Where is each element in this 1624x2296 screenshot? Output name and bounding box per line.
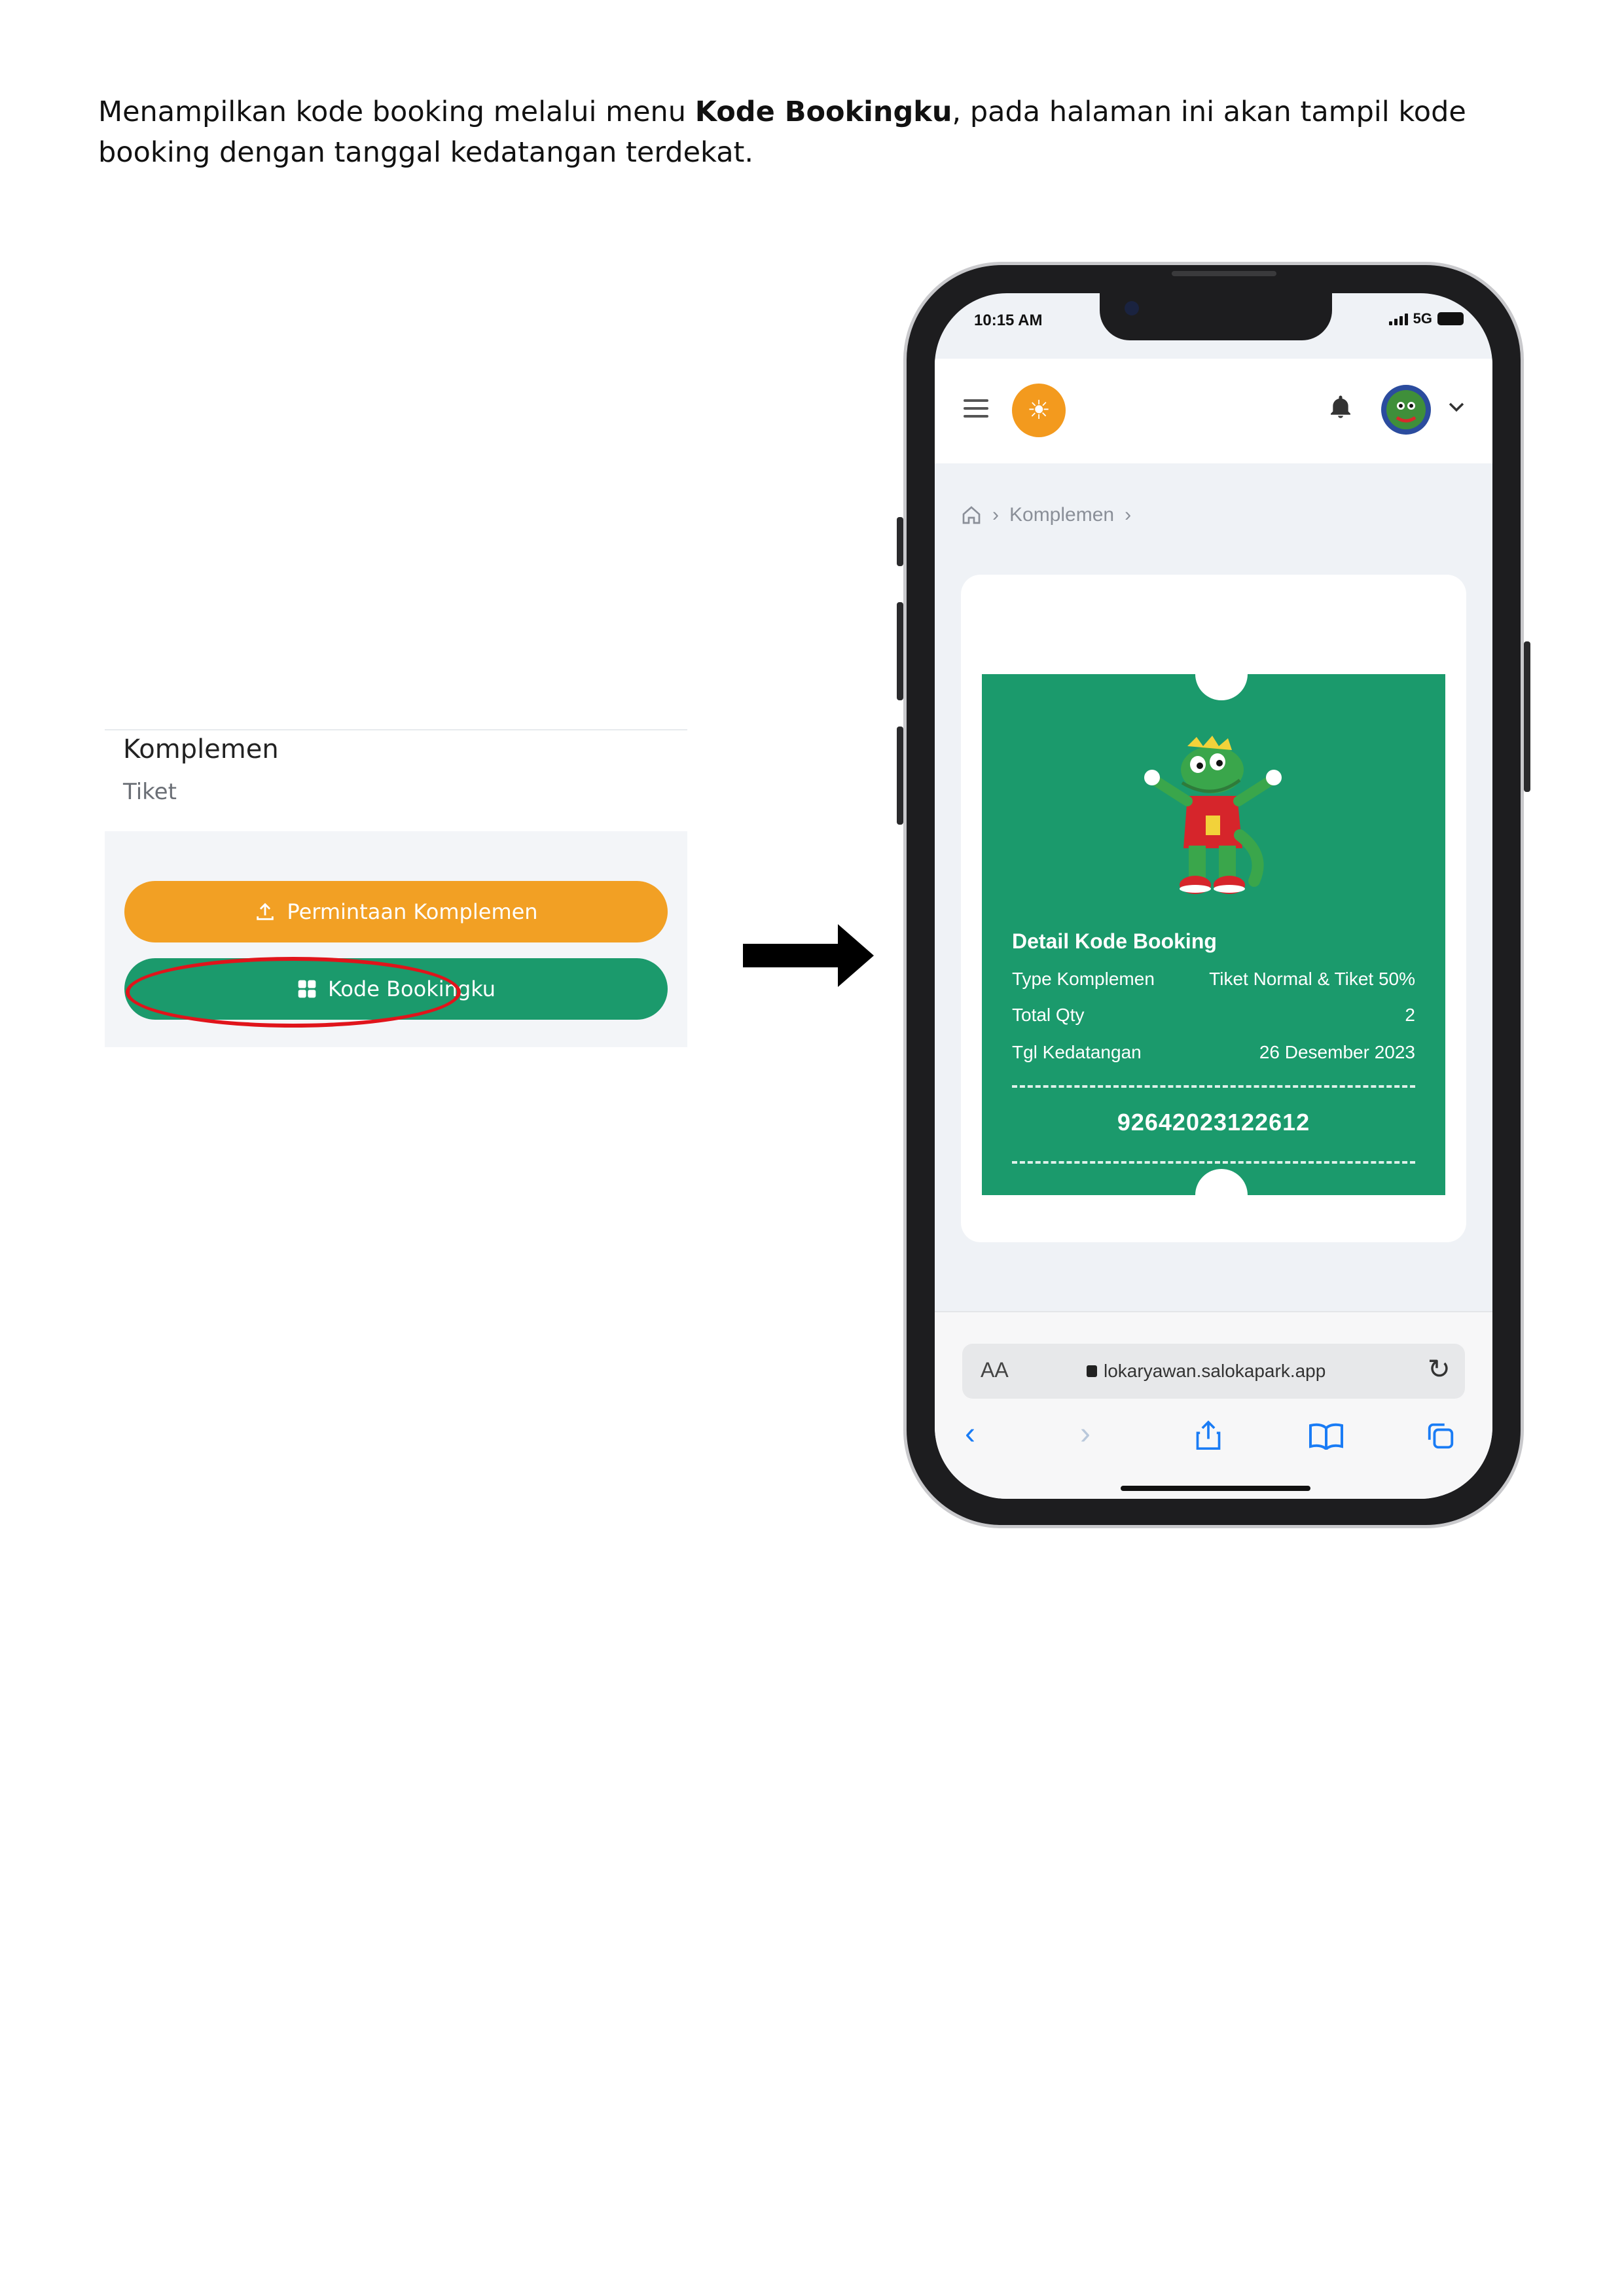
intro-bold-menu: Kode Bookingku [695, 96, 952, 128]
dashed-divider [1012, 1085, 1415, 1088]
row-value: 2 [1405, 1005, 1415, 1025]
volume-down-button [897, 726, 903, 825]
sun-logo-icon[interactable]: ☀ [1012, 384, 1066, 437]
menu-icon[interactable] [964, 399, 988, 423]
reload-icon[interactable]: ↻ [1428, 1353, 1451, 1385]
url-display[interactable]: lokaryawan.salokapark.app [1087, 1361, 1326, 1382]
app-header: ☀ [935, 359, 1492, 463]
divider [105, 729, 687, 730]
booking-code: 92642023122612 [1117, 1109, 1310, 1136]
ticket-title: Detail Kode Booking [1012, 929, 1217, 953]
avatar-icon[interactable] [1380, 384, 1432, 436]
intro-paragraph: Menampilkan kode booking melalui menu Ko… [98, 92, 1538, 173]
request-komplemen-label: Permintaan Komplemen [287, 899, 538, 924]
ticket-row-qty: Total Qty 2 [1012, 1005, 1415, 1026]
dashed-divider [1012, 1161, 1415, 1164]
breadcrumb-current[interactable]: Komplemen [1009, 504, 1114, 526]
back-icon[interactable]: ‹ [965, 1416, 975, 1452]
arrow-right-icon [743, 924, 874, 987]
row-label: Total Qty [1012, 1005, 1085, 1025]
ticket-notch-top [1195, 648, 1248, 700]
request-komplemen-button[interactable]: Permintaan Komplemen [124, 881, 668, 942]
dinosaur-mascot-image [1144, 736, 1282, 894]
battery-icon [1437, 312, 1464, 325]
text-size-button[interactable]: AA [981, 1358, 1009, 1382]
signal-icon [1388, 312, 1408, 325]
panel-subtitle: Tiket [123, 779, 177, 805]
network-label: 5G [1413, 310, 1432, 327]
address-bar[interactable]: AA lokaryawan.salokapark.app ↻ [962, 1344, 1465, 1399]
bell-icon[interactable] [1327, 394, 1354, 420]
share-icon[interactable] [1194, 1420, 1223, 1451]
chevron-down-icon[interactable] [1445, 395, 1468, 418]
power-button [1524, 641, 1530, 792]
row-label: Tgl Kedatangan [1012, 1042, 1142, 1062]
home-icon[interactable] [961, 505, 982, 526]
home-indicator [1121, 1486, 1310, 1491]
status-time: 10:15 AM [974, 312, 1043, 329]
lock-icon [1087, 1365, 1097, 1377]
phone-screen: 10:15 AM 5G ☀ › Komplemen › Detail Kode … [935, 293, 1492, 1499]
intro-text-start: Menampilkan kode booking melalui menu [98, 96, 695, 128]
breadcrumb: › Komplemen › [961, 504, 1131, 526]
tabs-icon[interactable] [1426, 1421, 1456, 1451]
highlight-ellipse [126, 957, 461, 1028]
ticket-row-date: Tgl Kedatangan 26 Desember 2023 [1012, 1042, 1415, 1063]
ticket-row-type: Type Komplemen Tiket Normal & Tiket 50% [1012, 969, 1415, 990]
browser-nav-row: ‹ › [935, 1416, 1492, 1462]
booking-card: Detail Kode Booking Type Komplemen Tiket… [961, 575, 1466, 1242]
status-indicators: 5G [1388, 310, 1464, 327]
panel-title: Komplemen [123, 734, 279, 764]
chevron-right-icon: › [1125, 504, 1132, 526]
mute-switch [897, 517, 903, 566]
volume-up-button [897, 602, 903, 700]
forward-icon[interactable]: › [1080, 1416, 1091, 1452]
front-camera [1125, 301, 1139, 315]
booking-ticket: Detail Kode Booking Type Komplemen Tiket… [982, 648, 1445, 1221]
safari-toolbar: AA lokaryawan.salokapark.app ↻ ‹ › [935, 1311, 1492, 1499]
upload-icon [257, 903, 274, 920]
ticket-notch-bottom [1195, 1169, 1248, 1221]
bookmarks-icon[interactable] [1309, 1422, 1343, 1450]
row-value: Tiket Normal & Tiket 50% [1209, 969, 1415, 989]
url-text: lokaryawan.salokapark.app [1104, 1361, 1326, 1381]
row-value: 26 Desember 2023 [1259, 1042, 1415, 1062]
chevron-right-icon: › [992, 504, 999, 526]
row-label: Type Komplemen [1012, 969, 1155, 989]
earpiece-speaker [1172, 271, 1276, 276]
